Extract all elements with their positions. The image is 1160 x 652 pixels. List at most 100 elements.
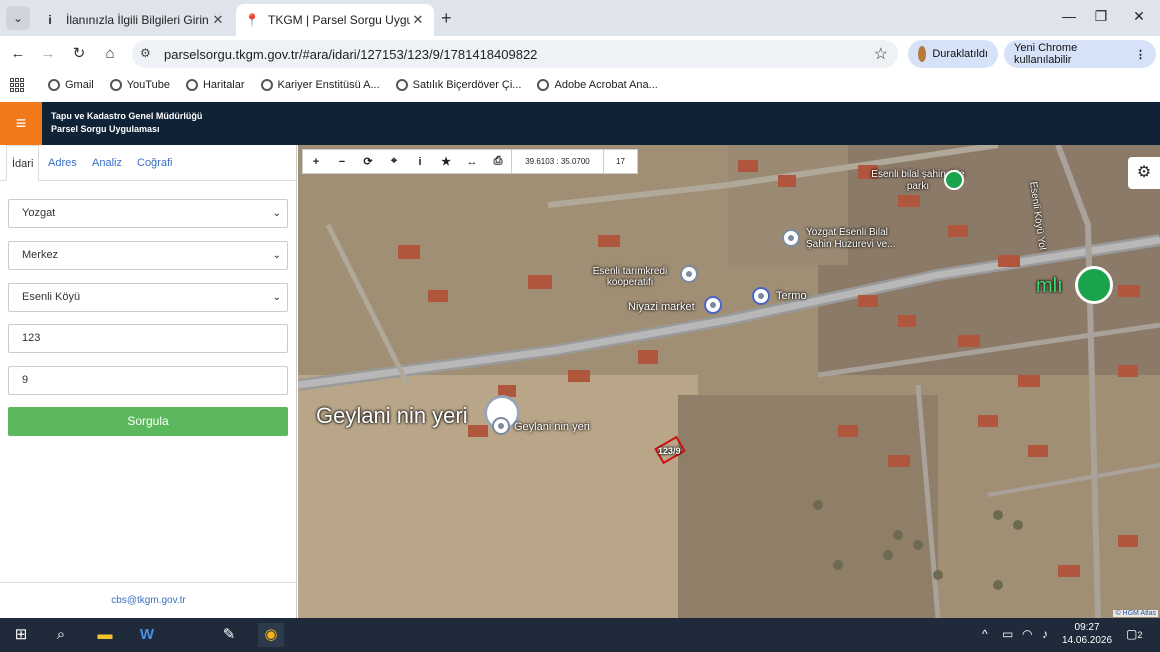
globe-icon	[185, 79, 198, 91]
globe-icon	[260, 79, 273, 91]
tab-tkgm[interactable]: 📍 TKGM | Parsel Sorgu Uygulama ✕	[236, 4, 434, 36]
close-icon[interactable]: ✕	[210, 12, 226, 28]
star-icon[interactable]: ★	[433, 155, 459, 168]
tab-title: TKGM | Parsel Sorgu Uygulama	[268, 13, 410, 27]
measure-icon[interactable]: ↔	[459, 156, 485, 168]
bookmark-adobe[interactable]: Adobe Acrobat Ana...	[537, 79, 658, 91]
bookmark-label: Satılık Biçerdöver Çi...	[412, 79, 522, 91]
info-icon: i	[48, 13, 52, 27]
bookmark-label: Gmail	[65, 79, 94, 91]
bookmark-label: Kariyer Enstitüsü A...	[277, 79, 380, 91]
browser-toolbar: ← → ↻ ⌂ ⚙ parselsorgu.tkgm.gov.tr/#ara/i…	[0, 36, 1160, 72]
map-label-termo: Termo	[776, 290, 807, 302]
info-icon[interactable]: i	[407, 156, 433, 168]
footer-email-link[interactable]: cbs@tkgm.gov.tr	[0, 582, 297, 618]
location-pin-icon: 📍	[244, 13, 260, 27]
tab-ilan[interactable]: i İlanınızla İlgili Bilgileri Girin ✕	[34, 4, 234, 36]
app-title-line2: Parsel Sorgu Uygulaması	[51, 124, 160, 134]
bookmark-kariyer[interactable]: Kariyer Enstitüsü A...	[260, 79, 380, 91]
locate-crosshair-icon[interactable]: ⌖	[381, 155, 407, 168]
browser-tab-strip: ⌄ i İlanınızla İlgili Bilgileri Girin ✕ …	[0, 0, 1160, 36]
site-settings-icon[interactable]: ⚙	[140, 46, 151, 60]
tab-cografi[interactable]: Coğrafi	[137, 145, 172, 181]
tab-analiz[interactable]: Analiz	[92, 145, 122, 181]
bookmark-star-icon[interactable]: ☆	[874, 44, 888, 64]
apps-grid-icon[interactable]	[10, 78, 24, 92]
new-tab-button[interactable]: +	[441, 8, 452, 29]
sorgula-button[interactable]: Sorgula	[8, 407, 288, 436]
kebab-menu-icon[interactable]: ⋮	[1135, 48, 1146, 61]
il-select[interactable]: Yozgat ⌄	[8, 199, 288, 228]
word-icon[interactable]: W	[134, 623, 160, 647]
chevron-up-icon[interactable]: ^	[982, 627, 988, 641]
satellite-map[interactable]: + − ⟳ ⌖ i ★ ↔ ⎙ 39.6103 : 35.0700 17 ⚙ E…	[298, 145, 1160, 618]
window-close-button[interactable]: ✕	[1124, 8, 1154, 25]
globe-icon	[109, 79, 122, 91]
clock-date: 14.06.2026	[1062, 635, 1113, 646]
flower-marker-icon[interactable]	[1075, 266, 1113, 304]
windows-start-icon[interactable]: ⊞	[8, 623, 34, 647]
tab-adres[interactable]: Adres	[48, 145, 77, 181]
url-text: parselsorgu.tkgm.gov.tr/#ara/idari/12715…	[164, 47, 538, 62]
bookmark-haritalar[interactable]: Haritalar	[185, 79, 245, 91]
search-icon[interactable]: ⌕	[48, 623, 74, 647]
print-icon[interactable]: ⎙	[485, 155, 511, 168]
notification-count: 2	[1137, 630, 1143, 640]
paint-icon[interactable]: ✎	[216, 623, 242, 647]
ilce-select[interactable]: Merkez ⌄	[8, 241, 288, 270]
bookmark-biçerdöver[interactable]: Satılık Biçerdöver Çi...	[395, 79, 522, 91]
profile-label: Duraklatıldı	[932, 48, 988, 60]
zoom-level: 17	[603, 149, 637, 174]
mahalle-select[interactable]: Esenli Köyü ⌄	[8, 283, 288, 312]
zoom-in-icon[interactable]: +	[303, 156, 329, 168]
profile-button[interactable]: Duraklatıldı	[908, 40, 998, 68]
parcel-label: 123/9	[658, 446, 681, 456]
chrome-icon[interactable]: ◉	[258, 623, 284, 647]
fuel-marker-icon[interactable]	[752, 287, 770, 305]
app-title: Tapu ve Kadastro Genel Müdürlüğü Parsel …	[51, 110, 202, 136]
mahalle-value: Esenli Köyü	[22, 291, 81, 303]
reload-icon[interactable]: ↻	[69, 44, 89, 64]
file-explorer-icon[interactable]: ▬	[92, 623, 118, 647]
wifi-icon[interactable]: ◠	[1022, 627, 1032, 641]
zoom-out-icon[interactable]: −	[329, 156, 355, 168]
restore-button[interactable]: ❐	[1086, 8, 1116, 25]
hamburger-menu-icon[interactable]: ≡	[0, 102, 42, 145]
shop-marker-icon[interactable]	[704, 296, 722, 314]
bookmark-youtube[interactable]: YouTube	[109, 79, 170, 91]
map-toolbar: + − ⟳ ⌖ i ★ ↔ ⎙ 39.6103 : 35.0700 17	[302, 149, 638, 174]
close-icon[interactable]: ✕	[410, 12, 426, 28]
battery-icon[interactable]: ▭	[1002, 627, 1013, 641]
bookmark-label: Haritalar	[202, 79, 245, 91]
clock-time: 09:27	[1074, 622, 1100, 633]
taskbar-clock[interactable]: 09:27 14.06.2026	[1062, 621, 1112, 647]
tab-search-icon[interactable]: ⌄	[6, 6, 30, 30]
volume-icon[interactable]: ♪	[1042, 627, 1048, 641]
poi-marker-icon[interactable]	[492, 417, 510, 435]
query-sidebar: İdari Adres Analiz Coğrafi Yozgat ⌄ Merke…	[0, 145, 297, 618]
bookmark-gmail[interactable]: Gmail	[48, 79, 94, 91]
notification-icon[interactable]: ▢2	[1126, 627, 1142, 641]
globe-icon	[48, 79, 60, 91]
refresh-icon[interactable]: ⟳	[355, 155, 381, 168]
back-arrow-icon[interactable]: ←	[8, 44, 28, 64]
windows-taskbar: ⊞ ⌕ ▬ W ✎ ◉ ^ ▭ ◠ ♪ 09:27 14.06.2026 ▢2	[0, 618, 1160, 652]
forward-arrow-icon[interactable]: →	[38, 44, 58, 64]
minimize-button[interactable]: —	[1054, 8, 1084, 24]
poi-marker-icon[interactable]	[680, 265, 698, 283]
chrome-update-button[interactable]: Yeni Chrome kullanılabilir ⋮	[1004, 40, 1156, 68]
home-icon[interactable]: ⌂	[100, 44, 120, 64]
ada-input[interactable]: 123	[8, 324, 288, 353]
chevron-down-icon: ⌄	[272, 250, 281, 261]
map-imagery	[298, 145, 1160, 618]
globe-icon	[395, 79, 408, 91]
gear-icon[interactable]: ⚙	[1128, 157, 1160, 189]
map-label-market: Niyazi market	[628, 301, 695, 313]
parsel-input[interactable]: 9	[8, 366, 288, 395]
poi-marker-icon[interactable]	[782, 229, 800, 247]
tab-idari[interactable]: İdari	[6, 145, 40, 181]
map-label-kooperatif: Esenli tarımkredi kooperatifi	[592, 266, 668, 288]
park-marker-icon[interactable]	[944, 170, 964, 190]
map-label-geylani-small: Geylani nin yeri	[514, 421, 590, 433]
address-bar[interactable]: ⚙ parselsorgu.tkgm.gov.tr/#ara/idari/127…	[132, 40, 898, 68]
